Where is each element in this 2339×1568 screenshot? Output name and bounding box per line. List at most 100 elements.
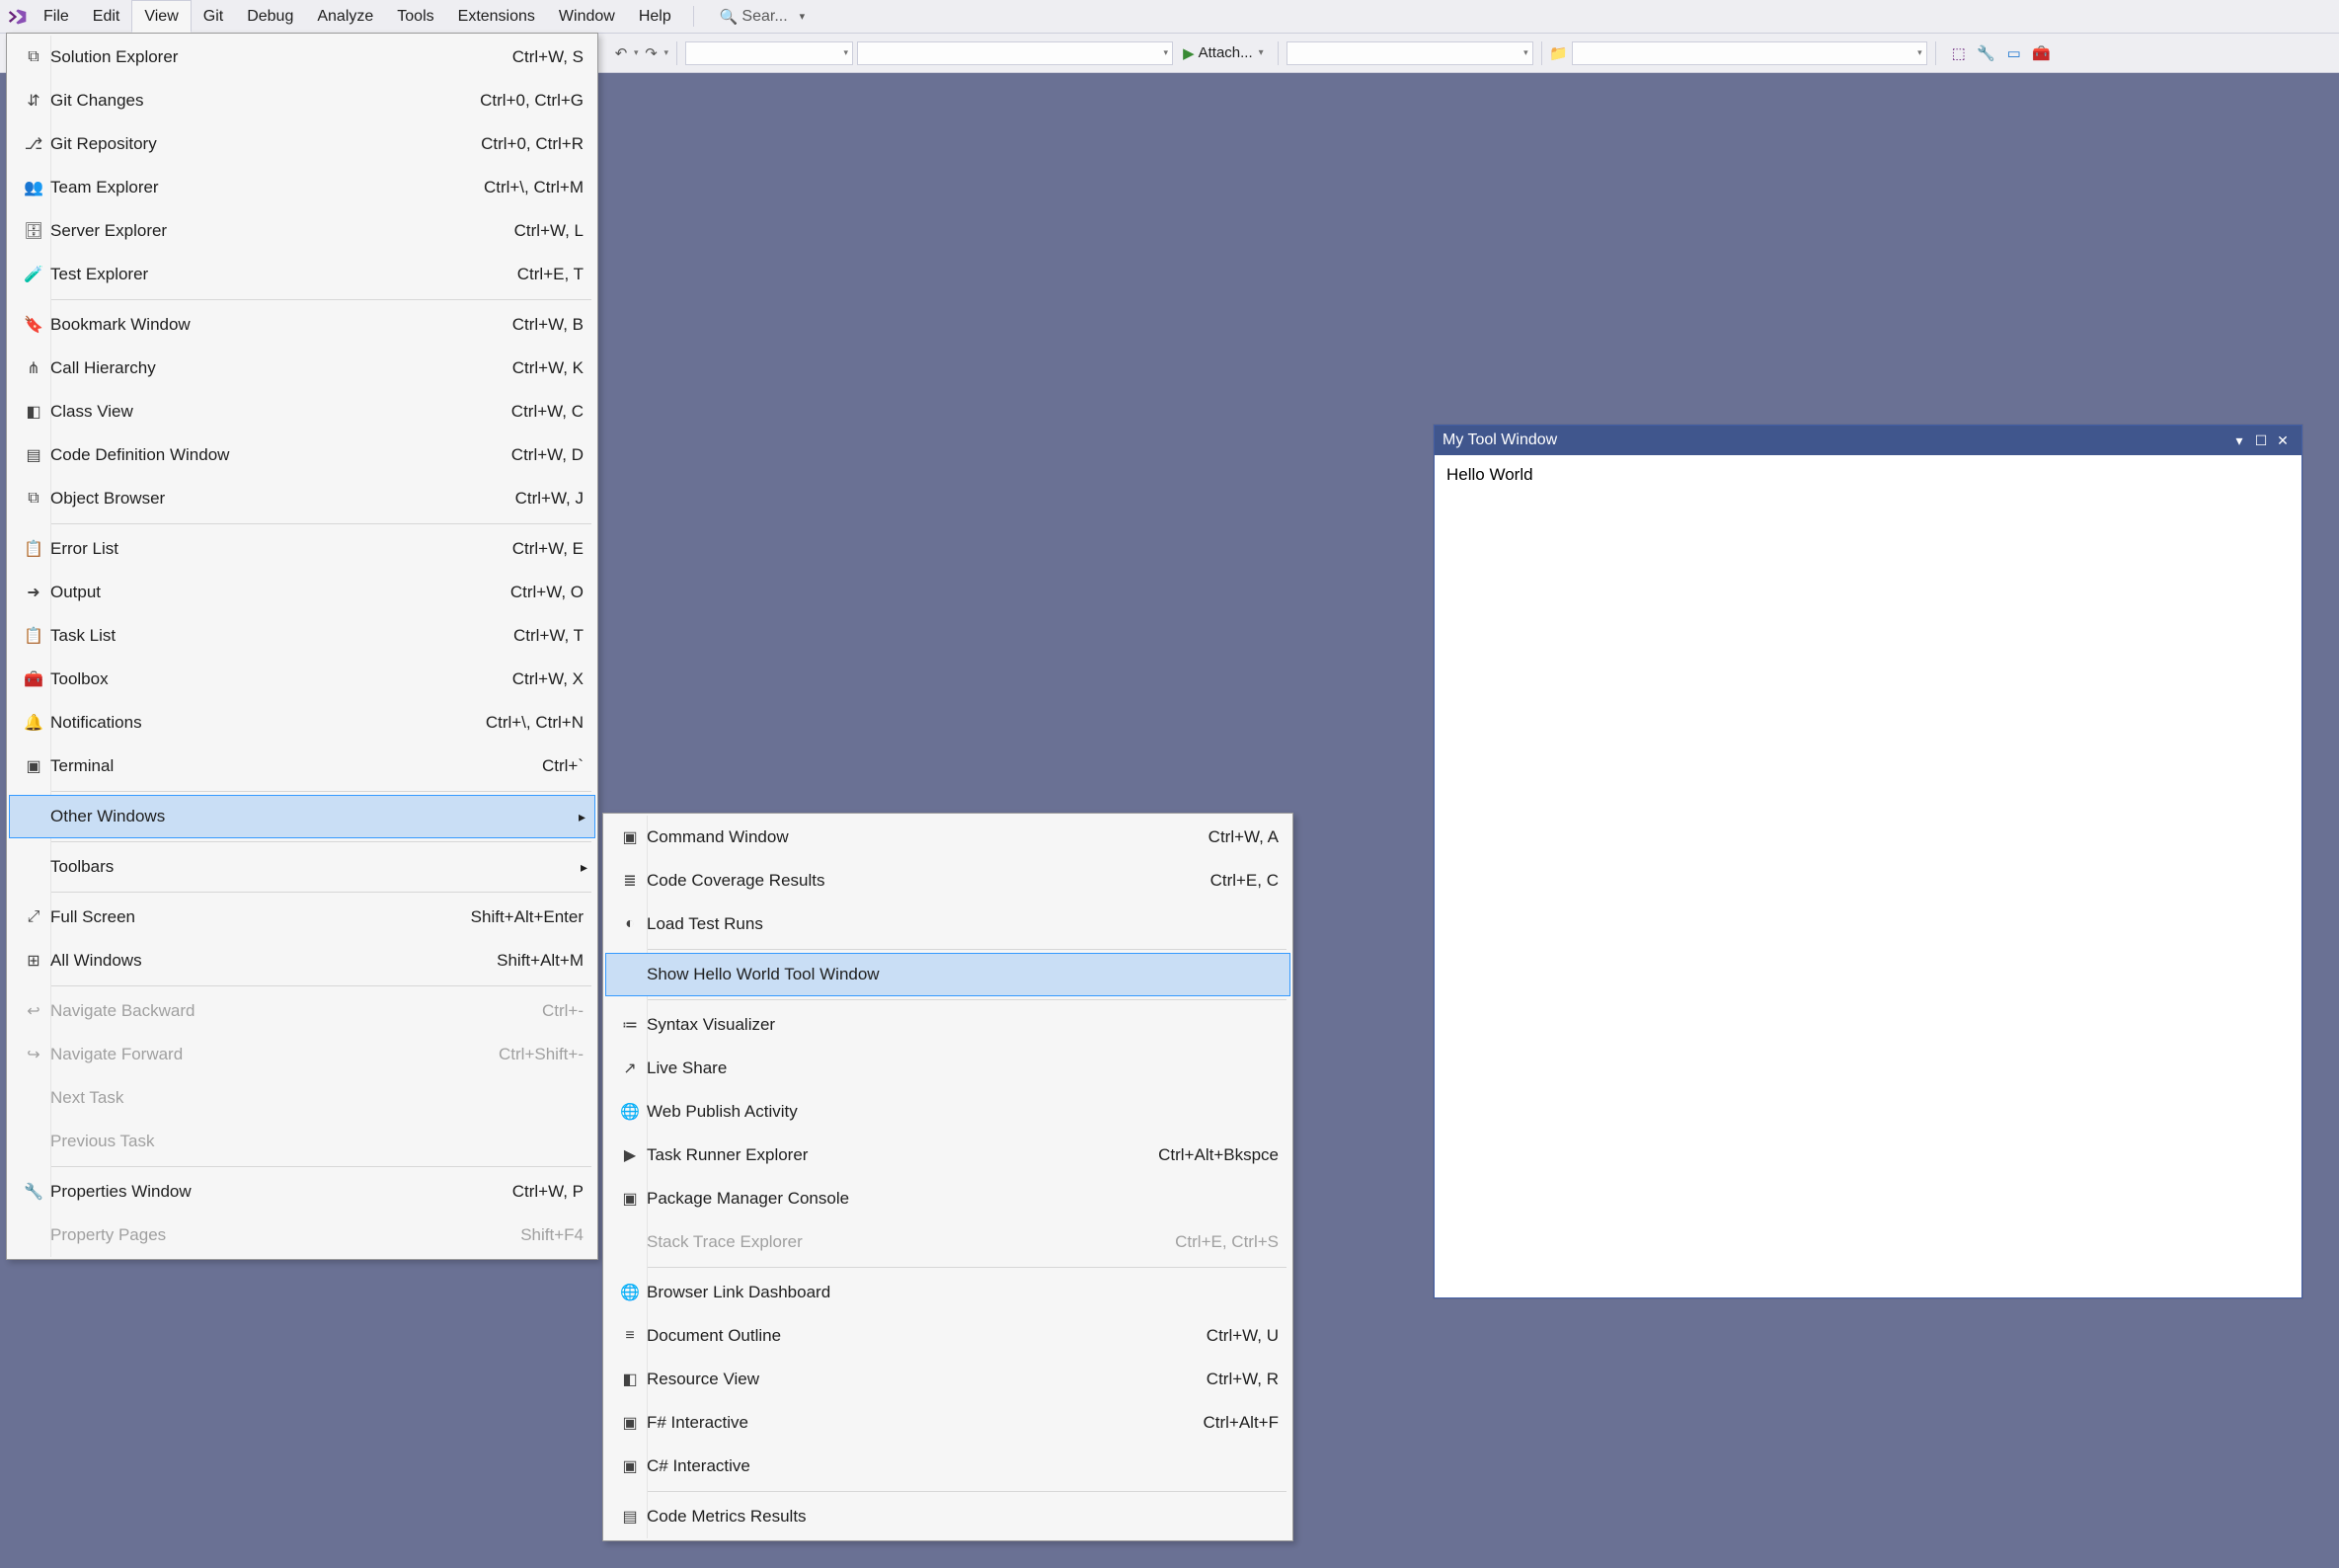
other-windows-separator <box>647 1267 1286 1268</box>
window-close-icon[interactable]: ✕ <box>2272 432 2294 449</box>
view-menu-item[interactable]: Toolbars <box>7 845 597 889</box>
view-menu-item-icon: ⋔ <box>17 358 50 378</box>
menu-edit[interactable]: Edit <box>81 0 132 33</box>
play-icon: ▶ <box>1183 44 1195 62</box>
other-windows-item[interactable]: ≔Syntax Visualizer <box>603 1003 1292 1047</box>
other-windows-item-icon: ▶ <box>613 1145 647 1165</box>
attach-button[interactable]: ▶ Attach... ▾ <box>1177 44 1270 62</box>
view-menu-item-icon: ⧉ <box>17 48 50 66</box>
chevron-down-icon: ▾ <box>800 10 806 23</box>
other-windows-item[interactable]: ≣Code Coverage ResultsCtrl+E, C <box>603 859 1292 902</box>
other-windows-item[interactable]: ▣C# Interactive <box>603 1445 1292 1488</box>
view-menu-item[interactable]: ⊞All WindowsShift+Alt+M <box>7 939 597 982</box>
view-menu-item-label: Properties Window <box>50 1182 512 1202</box>
view-menu-item[interactable]: 🧪Test ExplorerCtrl+E, T <box>7 253 597 296</box>
menu-analyze[interactable]: Analyze <box>305 0 385 33</box>
window-maximize-icon[interactable]: ☐ <box>2250 432 2272 449</box>
view-menu-item[interactable]: ⧉Solution ExplorerCtrl+W, S <box>7 36 597 79</box>
other-windows-item-icon: ▣ <box>613 827 647 847</box>
menu-window[interactable]: Window <box>547 0 627 33</box>
toolbox-icon[interactable]: 🧰 <box>2033 44 2051 62</box>
menu-debug[interactable]: Debug <box>235 0 305 33</box>
other-windows-item[interactable]: ◧Resource ViewCtrl+W, R <box>603 1358 1292 1401</box>
solution-platform-dropdown[interactable]: ▾ <box>857 41 1173 65</box>
view-menu-item-shortcut: Shift+Alt+Enter <box>471 907 584 927</box>
view-menu-item[interactable]: 🧰ToolboxCtrl+W, X <box>7 658 597 701</box>
folder-icon[interactable]: 📁 <box>1550 44 1568 62</box>
other-windows-item[interactable]: 🌐Web Publish Activity <box>603 1090 1292 1134</box>
tool-window-title: My Tool Window <box>1442 431 2228 449</box>
window-icon[interactable]: ▭ <box>2005 44 2023 62</box>
view-menu-item[interactable]: ▣TerminalCtrl+` <box>7 745 597 788</box>
view-menu-item-icon: ⧉ <box>17 490 50 508</box>
menu-view[interactable]: View <box>131 0 191 33</box>
view-menu-item-shortcut: Ctrl+W, S <box>512 47 584 67</box>
menu-help[interactable]: Help <box>627 0 683 33</box>
view-menu-item-label: Solution Explorer <box>50 47 512 67</box>
view-menu-item[interactable]: Other Windows <box>9 795 595 838</box>
view-menu-item-icon: ▤ <box>17 445 50 465</box>
other-windows-item[interactable]: ◐Load Test Runs <box>603 902 1292 946</box>
view-menu-item-icon: ↩ <box>17 1001 50 1021</box>
view-menu-item[interactable]: ➜OutputCtrl+W, O <box>7 571 597 614</box>
view-menu-item[interactable]: ⋔Call HierarchyCtrl+W, K <box>7 347 597 390</box>
other-windows-item[interactable]: ▣Package Manager Console <box>603 1177 1292 1220</box>
search-box[interactable]: 🔍 Sear... ▾ <box>720 0 805 33</box>
view-menu-item-shortcut: Ctrl+W, C <box>511 402 584 422</box>
undo-icon[interactable]: ↶ <box>612 44 630 62</box>
menu-git[interactable]: Git <box>192 0 235 33</box>
view-menu-item-icon: 🗄 <box>17 221 50 241</box>
redo-icon[interactable]: ↷ <box>643 44 661 62</box>
other-windows-item[interactable]: ▣F# InteractiveCtrl+Alt+F <box>603 1401 1292 1445</box>
view-menu-item[interactable]: ⇵Git ChangesCtrl+0, Ctrl+G <box>7 79 597 122</box>
view-menu-item[interactable]: ▤Code Definition WindowCtrl+W, D <box>7 433 597 477</box>
view-menu-item[interactable]: 📋Error ListCtrl+W, E <box>7 527 597 571</box>
other-windows-item[interactable]: ↗Live Share <box>603 1047 1292 1090</box>
other-windows-item[interactable]: ▣Command WindowCtrl+W, A <box>603 816 1292 859</box>
solution-config-dropdown[interactable]: ▾ <box>685 41 853 65</box>
view-menu-item[interactable]: 🔖Bookmark WindowCtrl+W, B <box>7 303 597 347</box>
other-windows-item-shortcut: Ctrl+W, A <box>1208 827 1279 847</box>
live-share-icon[interactable]: ⬚ <box>1950 44 1968 62</box>
menu-extensions[interactable]: Extensions <box>446 0 547 33</box>
other-windows-item-icon: ↗ <box>613 1058 647 1078</box>
menu-file[interactable]: File <box>32 0 81 33</box>
startup-project-dropdown[interactable]: ▾ <box>1286 41 1533 65</box>
view-menu-dropdown: ⧉Solution ExplorerCtrl+W, S⇵Git ChangesC… <box>6 33 598 1260</box>
wrench-icon[interactable]: 🔧 <box>1978 44 1995 62</box>
view-menu-item[interactable]: ⤢Full ScreenShift+Alt+Enter <box>7 896 597 939</box>
view-menu-item[interactable]: 🔧Properties WindowCtrl+W, P <box>7 1170 597 1214</box>
other-windows-item[interactable]: Show Hello World Tool Window <box>605 953 1290 996</box>
view-menu-item: ↪Navigate ForwardCtrl+Shift+- <box>7 1033 597 1076</box>
find-dropdown[interactable]: ▾ <box>1572 41 1927 65</box>
view-menu-item[interactable]: ◧Class ViewCtrl+W, C <box>7 390 597 433</box>
other-windows-item-shortcut: Ctrl+W, R <box>1207 1370 1279 1389</box>
other-windows-item[interactable]: ▶Task Runner ExplorerCtrl+Alt+Bkspce <box>603 1134 1292 1177</box>
other-windows-item[interactable]: ▤Code Metrics Results <box>603 1495 1292 1538</box>
view-menu-item[interactable]: 👥Team ExplorerCtrl+\, Ctrl+M <box>7 166 597 209</box>
tool-window-titlebar[interactable]: My Tool Window ▾ ☐ ✕ <box>1435 426 2301 455</box>
view-menu-item-label: Full Screen <box>50 907 471 927</box>
view-menu-item: Next Task <box>7 1076 597 1120</box>
view-menu-item[interactable]: 🗄Server ExplorerCtrl+W, L <box>7 209 597 253</box>
other-windows-item[interactable]: ≡Document OutlineCtrl+W, U <box>603 1314 1292 1358</box>
window-menu-icon[interactable]: ▾ <box>2228 432 2250 449</box>
menu-tools[interactable]: Tools <box>385 0 445 33</box>
view-menu-item[interactable]: ⧉Object BrowserCtrl+W, J <box>7 477 597 520</box>
view-menu-item[interactable]: 📋Task ListCtrl+W, T <box>7 614 597 658</box>
view-menu-item-shortcut: Ctrl+W, D <box>511 445 584 465</box>
other-windows-item-icon: ◐ <box>613 915 647 933</box>
view-menu-item[interactable]: ⎇Git RepositoryCtrl+0, Ctrl+R <box>7 122 597 166</box>
view-menu-item-icon: ⎇ <box>17 134 50 154</box>
other-windows-item-label: F# Interactive <box>647 1413 1203 1433</box>
view-menu-item-shortcut: Ctrl+W, T <box>513 626 584 646</box>
other-windows-item-icon: ▣ <box>613 1456 647 1476</box>
other-windows-item-label: C# Interactive <box>647 1456 1279 1476</box>
view-menu-item[interactable]: 🔔NotificationsCtrl+\, Ctrl+N <box>7 701 597 745</box>
view-menu-item-shortcut: Ctrl+Shift+- <box>499 1045 584 1064</box>
view-menu-item-shortcut: Ctrl+W, O <box>510 583 584 602</box>
menu-bar: File Edit View Git Debug Analyze Tools E… <box>0 0 2339 34</box>
other-windows-item[interactable]: 🌐Browser Link Dashboard <box>603 1271 1292 1314</box>
view-menu-separator <box>50 841 591 842</box>
view-menu-item-label: All Windows <box>50 951 497 971</box>
